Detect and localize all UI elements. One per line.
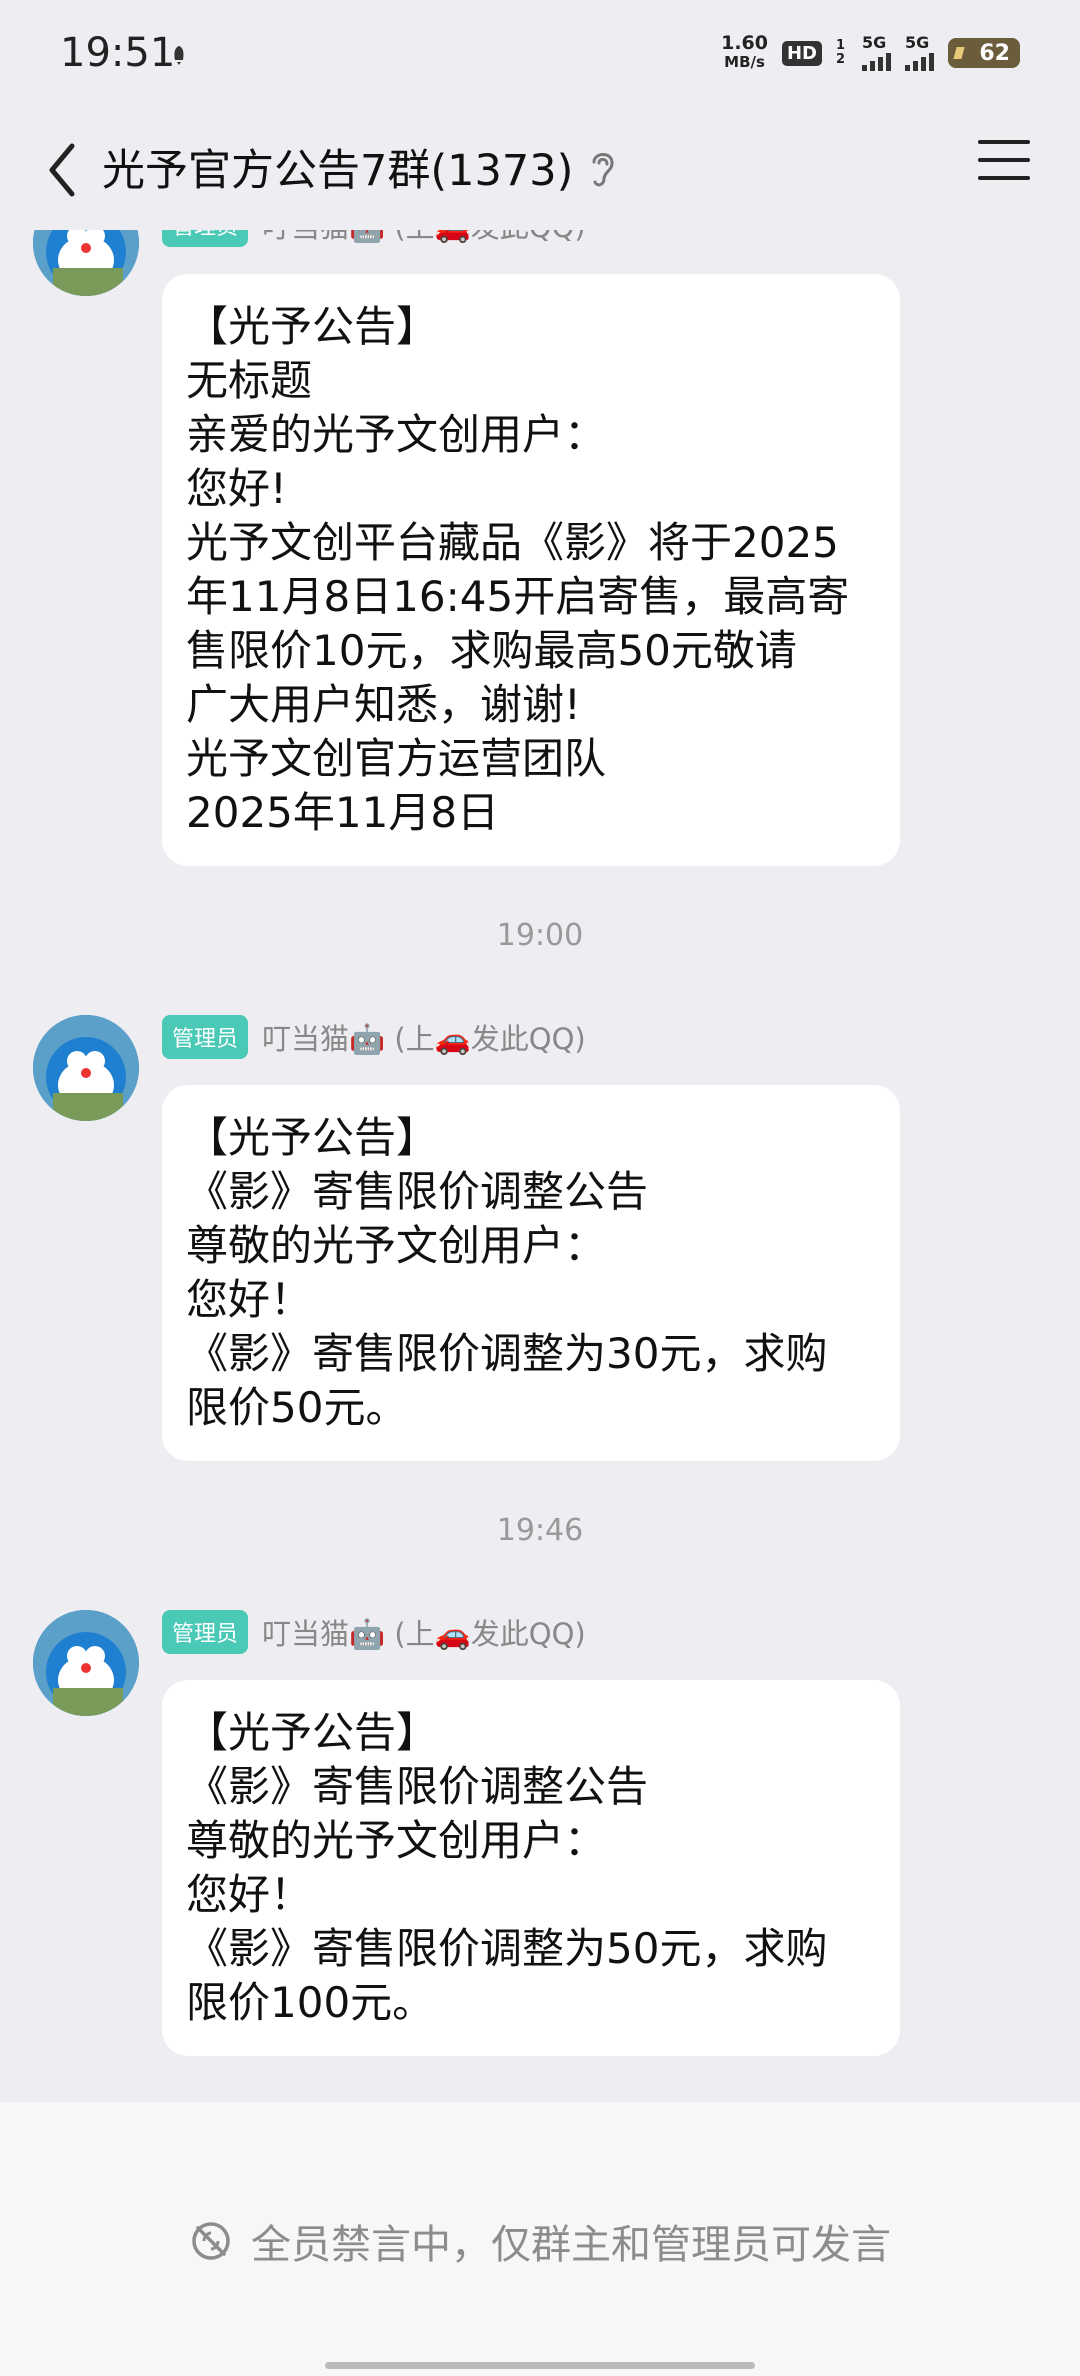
sender-row: 管理员 叮当猫🤖 (上🚗发此QQ)	[162, 1015, 586, 1059]
signal-sim1-icon: 5G	[862, 35, 891, 71]
doraemon-avatar	[33, 1015, 139, 1121]
mute-icon	[192, 2222, 230, 2260]
admin-badge: 管理员	[162, 230, 249, 247]
signal-sim2-icon: 5G	[905, 35, 934, 71]
message-line: 【光予公告】	[186, 302, 439, 351]
message-line: 【光予公告】	[186, 1113, 439, 1162]
ear-icon[interactable]	[585, 146, 619, 190]
message-line: 无标题	[186, 356, 313, 405]
mute-notice: 全员禁言中，仅群主和管理员可发言	[0, 2212, 1080, 2270]
message-line: 《影》寄售限价调整公告	[186, 1167, 649, 1216]
message-bubble[interactable]: 【光予公告】 《影》寄售限价调整公告 尊敬的光予文创用户： 您好！ 《影》寄售限…	[162, 1085, 900, 1461]
battery-icon: 62	[948, 38, 1020, 68]
message-line: 尊敬的光予文创用户：	[186, 1221, 607, 1270]
message-line: 年11月8日16:45开启寄售，最高寄	[186, 572, 850, 621]
status-indicators: 1.60 MB/s HD 1 2 5G 5G 62	[721, 34, 1020, 72]
hd-call-icon: HD	[781, 40, 822, 66]
message-line: 限价50元。	[186, 1383, 408, 1432]
network-speed: 1.60 MB/s	[721, 34, 768, 72]
status-bar: 19:51 1.60 MB/s HD 1 2 5G 5G 62	[0, 0, 1080, 110]
input-footer: 全员禁言中，仅群主和管理员可发言	[0, 2102, 1080, 2376]
avatar[interactable]	[33, 1015, 139, 1121]
message-line: 光予文创官方运营团队	[186, 734, 607, 783]
message-line: 光予文创平台藏品《影》将于2025	[186, 518, 839, 567]
message-line: 尊敬的光予文创用户：	[186, 1816, 607, 1865]
timestamp: 19:00	[496, 918, 584, 953]
message-line: 您好!	[186, 464, 287, 513]
status-time: 19:51	[60, 30, 176, 76]
message-line: 亲爱的光予文创用户：	[186, 410, 607, 459]
message-line: 2025年11月8日	[186, 788, 500, 837]
admin-badge: 管理员	[162, 1015, 249, 1059]
message-list[interactable]: 管理员 叮当猫🤖 (上🚗发此QQ) 【光予公告】 无标题 亲爱的光予文创用户： …	[0, 230, 1080, 2100]
doraemon-avatar	[33, 1610, 139, 1716]
network-speed-value: 1.60	[721, 32, 768, 54]
network-speed-unit: MB/s	[724, 53, 765, 71]
message-line: 您好！	[186, 1275, 313, 1324]
admin-badge: 管理员	[162, 1610, 249, 1654]
avatar[interactable]	[33, 1610, 139, 1716]
menu-icon[interactable]	[978, 140, 1030, 192]
sim2-network-label: 5G	[905, 33, 930, 52]
message-line: 售限价10元，求购最高50元敬请	[186, 626, 797, 675]
message-line: 《影》寄售限价调整公告	[186, 1762, 649, 1811]
message-bubble[interactable]: 【光予公告】 无标题 亲爱的光予文创用户： 您好! 光予文创平台藏品《影》将于2…	[162, 274, 900, 866]
message-line: 《影》寄售限价调整为30元，求购	[186, 1329, 828, 1378]
sender-name[interactable]: 叮当猫🤖 (上🚗发此QQ)	[262, 1611, 586, 1653]
sim-numbers: 1 2	[836, 38, 846, 67]
timestamp: 19:46	[496, 1513, 584, 1548]
message-line: 限价100元。	[186, 1978, 435, 2027]
sender-name[interactable]: 叮当猫🤖 (上🚗发此QQ)	[262, 230, 586, 246]
sender-row: 管理员 叮当猫🤖 (上🚗发此QQ)	[162, 230, 586, 247]
message-line: 【光予公告】	[186, 1708, 439, 1757]
back-arrow-icon[interactable]	[40, 140, 90, 200]
sim1-network-label: 5G	[862, 33, 887, 52]
message-line: 您好！	[186, 1870, 313, 1919]
message-line: 《影》寄售限价调整为50元，求购	[186, 1924, 828, 1973]
chat-header: 光予官方公告7群(1373)	[0, 110, 1080, 230]
message-line: 广大用户知悉，谢谢!	[186, 680, 581, 729]
avatar[interactable]	[33, 230, 139, 296]
sender-name[interactable]: 叮当猫🤖 (上🚗发此QQ)	[262, 1016, 586, 1058]
message-bubble[interactable]: 【光予公告】 《影》寄售限价调整公告 尊敬的光予文创用户： 您好！ 《影》寄售限…	[162, 1680, 900, 2056]
notification-icon	[174, 46, 184, 65]
mute-notice-text: 全员禁言中，仅群主和管理员可发言	[251, 2222, 891, 2268]
doraemon-avatar	[33, 230, 139, 296]
battery-level: 62	[979, 40, 1010, 66]
group-title[interactable]: 光予官方公告7群(1373)	[102, 136, 573, 198]
sender-row: 管理员 叮当猫🤖 (上🚗发此QQ)	[162, 1610, 586, 1654]
home-indicator[interactable]	[325, 2362, 755, 2369]
